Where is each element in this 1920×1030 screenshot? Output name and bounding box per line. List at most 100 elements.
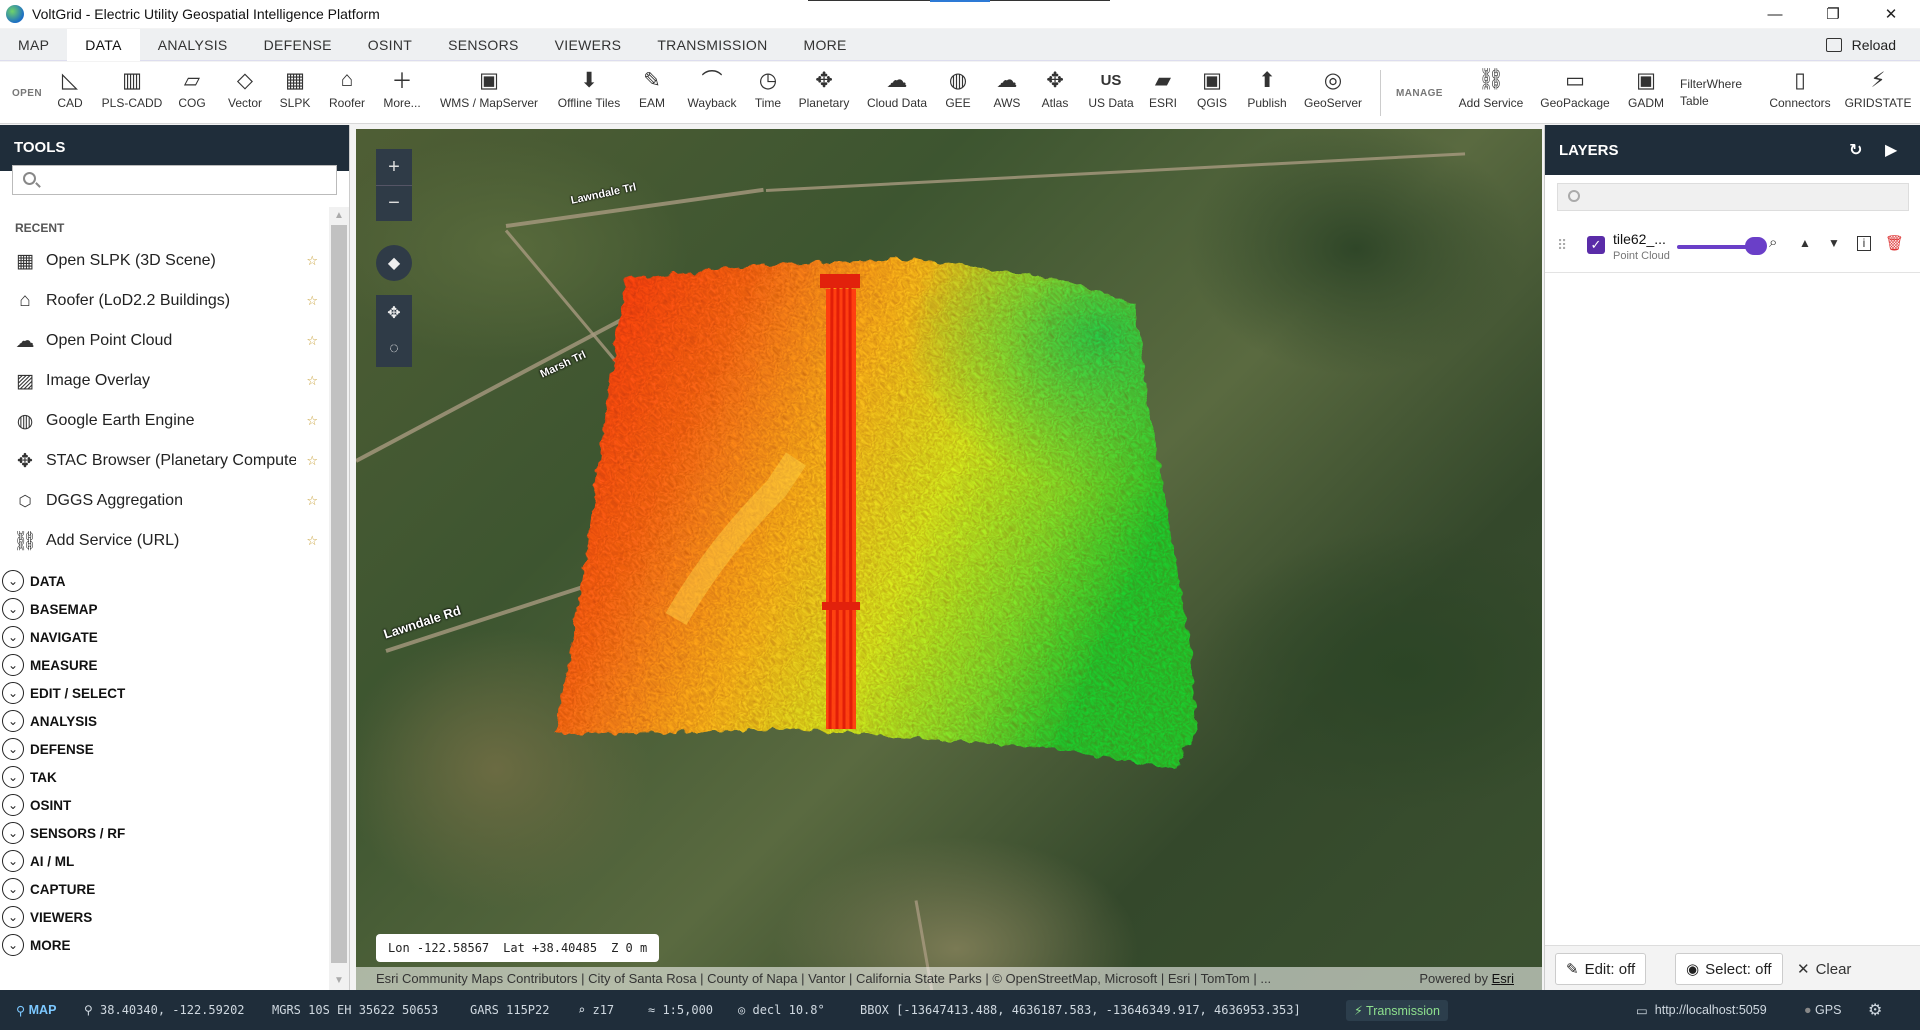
section-data[interactable]: ⌄ DATA	[0, 567, 330, 595]
menu-defense[interactable]: DEFENSE	[246, 29, 350, 61]
connectors-button[interactable]: ▯ Connectors	[1766, 66, 1834, 120]
cad-button[interactable]: ◺ CAD	[55, 66, 85, 120]
slpk-button[interactable]: ▦ SLPK	[278, 66, 312, 120]
wms-mapserver-button[interactable]: ▣ WMS / MapServer	[437, 66, 541, 120]
wayback-button[interactable]: ⌒ Wayback	[684, 66, 740, 120]
star-icon[interactable]: ☆	[306, 533, 318, 549]
recent-item-dggs[interactable]: ⬡ DGGS Aggregation ☆	[0, 481, 330, 521]
orbit-button[interactable]: ◌	[376, 331, 412, 367]
section-viewers[interactable]: ⌄ VIEWERS	[0, 903, 330, 931]
offline-tiles-button[interactable]: ⬇ Offline Tiles	[554, 66, 624, 120]
scroll-up-icon[interactable]: ▲	[333, 210, 345, 222]
layers-search-input[interactable]	[1557, 183, 1909, 211]
info-icon[interactable]: i	[1857, 236, 1871, 251]
star-icon[interactable]: ☆	[306, 373, 318, 389]
us-data-button[interactable]: US US Data	[1087, 66, 1135, 120]
map-mode-badge[interactable]: ⚲ MAP	[16, 990, 56, 1030]
section-more[interactable]: ⌄ MORE	[0, 931, 330, 959]
star-icon[interactable]: ☆	[306, 333, 318, 349]
opacity-slider-handle[interactable]	[1745, 237, 1767, 255]
eam-button[interactable]: ✎ EAM	[636, 66, 668, 120]
gadm-button[interactable]: ▣ GADM	[1626, 66, 1666, 120]
star-icon[interactable]: ☆	[306, 413, 318, 429]
section-defense[interactable]: ⌄ DEFENSE	[0, 735, 330, 763]
menu-data[interactable]: DATA	[67, 28, 140, 61]
recent-item-google-earth-engine[interactable]: ◍ Google Earth Engine ☆	[0, 401, 330, 441]
zoom-to-layer-icon[interactable]: ⌕	[1769, 234, 1777, 251]
time-button[interactable]: ◷ Time	[752, 66, 784, 120]
star-icon[interactable]: ☆	[306, 493, 318, 509]
maximize-button[interactable]: ❐	[1804, 0, 1862, 28]
tools-scrollbar[interactable]: ▲ ▼	[329, 207, 349, 990]
section-osint[interactable]: ⌄ OSINT	[0, 791, 330, 819]
gridstate-button[interactable]: ⚡ GRIDSTATE	[1845, 66, 1912, 120]
transmission-status[interactable]: ⚡ Transmission	[1346, 990, 1448, 1030]
move-up-icon[interactable]: ▲	[1799, 236, 1811, 250]
menu-analysis[interactable]: ANALYSIS	[140, 29, 246, 61]
map-view[interactable]: Lawndale Trl Marsh Trl Lawndale Rd + − ◆…	[356, 129, 1542, 990]
section-capture[interactable]: ⌄ CAPTURE	[0, 875, 330, 903]
section-analysis[interactable]: ⌄ ANALYSIS	[0, 707, 330, 735]
planetary-button[interactable]: ✥ Planetary	[796, 66, 852, 120]
menu-transmission[interactable]: TRANSMISSION	[639, 29, 785, 61]
tools-search-input[interactable]	[12, 165, 337, 195]
close-button[interactable]: ✕	[1862, 0, 1920, 28]
roofer-button[interactable]: ⌂ Roofer	[326, 66, 368, 120]
point-cloud-layer[interactable]	[356, 129, 1542, 990]
star-icon[interactable]: ☆	[306, 453, 318, 469]
section-tak[interactable]: ⌄ TAK	[0, 763, 330, 791]
recent-item-add-service[interactable]: ⛓ Add Service (URL) ☆	[0, 521, 330, 561]
recent-item-point-cloud[interactable]: ☁ Open Point Cloud ☆	[0, 321, 330, 361]
cog-button[interactable]: ▱ COG	[176, 66, 208, 120]
delete-icon[interactable]: 🗑	[1885, 234, 1904, 252]
zoom-in-button[interactable]: +	[376, 149, 412, 185]
scroll-thumb[interactable]	[331, 225, 347, 963]
star-icon[interactable]: ☆	[306, 293, 318, 309]
section-edit-select[interactable]: ⌄ EDIT / SELECT	[0, 679, 330, 707]
recent-item-stac-browser[interactable]: ✥ STAC Browser (Planetary Computer) ☆	[0, 441, 330, 481]
recent-item-roofer[interactable]: ⌂ Roofer (LoD2.2 Buildings) ☆	[0, 281, 330, 321]
more-button[interactable]: ＋ More...	[380, 66, 424, 120]
menu-viewers[interactable]: VIEWERS	[537, 29, 640, 61]
section-measure[interactable]: ⌄ MEASURE	[0, 651, 330, 679]
select-toggle-button[interactable]: ◉ Select: off	[1675, 953, 1783, 985]
reload-button[interactable]: Reload	[1825, 29, 1896, 61]
cloud-data-button[interactable]: ☁ Cloud Data	[865, 66, 929, 120]
qgis-button[interactable]: ▣ QGIS	[1196, 66, 1228, 120]
esri-link[interactable]: Esri	[1492, 971, 1514, 986]
menu-osint[interactable]: OSINT	[350, 29, 430, 61]
geoserver-button[interactable]: ◎ GeoServer	[1304, 66, 1362, 120]
layer-row[interactable]: ⠿ ✓ tile62_... Point Cloud ⌕ ▲ ▼ i 🗑	[1545, 225, 1920, 273]
section-sensors-rf[interactable]: ⌄ SENSORS / RF	[0, 819, 330, 847]
filterwhere-table-button[interactable]: FilterWhere Table	[1680, 76, 1742, 110]
drag-handle-icon[interactable]: ⠿	[1557, 237, 1567, 254]
compass-button[interactable]: ◆	[376, 245, 412, 281]
move-down-icon[interactable]: ▼	[1828, 236, 1840, 250]
pan-button[interactable]: ✥	[376, 295, 412, 331]
geopackage-button[interactable]: ▭ GeoPackage	[1540, 66, 1610, 120]
vector-button[interactable]: ◇ Vector	[224, 66, 266, 120]
edit-toggle-button[interactable]: ✎ Edit: off	[1555, 953, 1647, 985]
zoom-out-button[interactable]: −	[376, 185, 412, 221]
section-ai-ml[interactable]: ⌄ AI / ML	[0, 847, 330, 875]
recent-item-image-overlay[interactable]: ▨ Image Overlay ☆	[0, 361, 330, 401]
minimize-button[interactable]: —	[1746, 0, 1804, 28]
layer-visibility-checkbox[interactable]: ✓	[1587, 236, 1605, 254]
section-basemap[interactable]: ⌄ BASEMAP	[0, 595, 330, 623]
gee-button[interactable]: ◍ GEE	[944, 66, 972, 120]
esri-button[interactable]: ▰ ESRI	[1149, 66, 1177, 120]
atlas-button[interactable]: ✥ Atlas	[1040, 66, 1070, 120]
scroll-down-icon[interactable]: ▼	[333, 975, 345, 987]
publish-button[interactable]: ⬆ Publish	[1246, 66, 1288, 120]
menu-more[interactable]: MORE	[785, 29, 864, 61]
add-service-button[interactable]: ⛓ Add Service	[1458, 66, 1524, 120]
menu-sensors[interactable]: SENSORS	[430, 29, 537, 61]
clear-button[interactable]: ✕ Clear	[1797, 953, 1851, 985]
settings-gear-icon[interactable]: ⚙	[1868, 990, 1882, 1030]
pls-cadd-button[interactable]: ▥ PLS-CADD	[100, 66, 164, 120]
play-icon[interactable]: ▶	[1885, 140, 1897, 160]
gps-status[interactable]: ● GPS	[1804, 990, 1841, 1030]
recent-item-open-slpk[interactable]: ▦ Open SLPK (3D Scene) ☆	[0, 241, 330, 281]
section-navigate[interactable]: ⌄ NAVIGATE	[0, 623, 330, 651]
refresh-icon[interactable]: ↻	[1849, 140, 1862, 160]
